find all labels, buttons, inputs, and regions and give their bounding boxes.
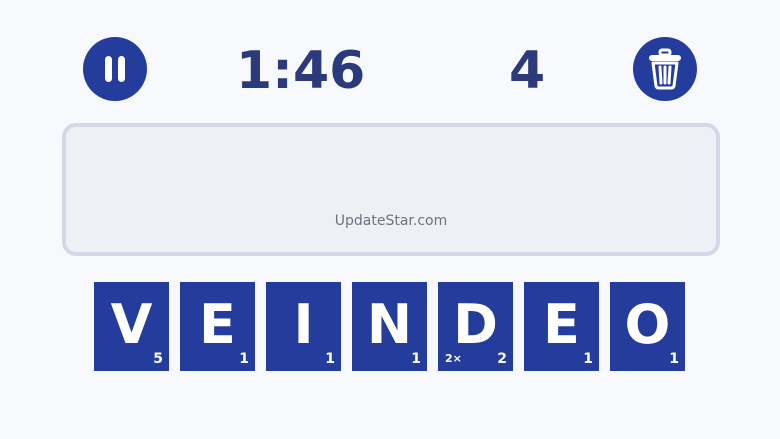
watermark: UpdateStar.com (334, 213, 448, 229)
tile-letter: E (199, 293, 236, 356)
tile-letter: V (110, 293, 153, 356)
timer: 1:46 (236, 41, 366, 101)
tile-letter: D (453, 293, 498, 356)
answer-area[interactable]: UpdateStar.com (62, 123, 720, 256)
game-screen: 1:46 4 UpdateStar.com V 5 E 1 I 1 N 1 D … (0, 0, 780, 439)
pause-button[interactable] (83, 37, 147, 101)
score: 4 (509, 41, 546, 101)
trash-icon (649, 48, 681, 90)
letter-tile[interactable]: E 1 (180, 282, 255, 371)
letter-tile[interactable]: V 5 (94, 282, 169, 371)
tile-multiplier: 2× (445, 352, 462, 365)
letter-tile[interactable]: E 1 (524, 282, 599, 371)
tile-points: 1 (239, 351, 249, 367)
tile-points: 1 (583, 351, 593, 367)
tile-letter: O (624, 293, 671, 356)
tile-points: 1 (411, 351, 421, 367)
tile-points: 5 (153, 351, 163, 367)
letter-tile[interactable]: D 2× 2 (438, 282, 513, 371)
letter-tile[interactable]: I 1 (266, 282, 341, 371)
tile-letter: I (293, 293, 314, 356)
letter-tile[interactable]: O 1 (610, 282, 685, 371)
letter-tile[interactable]: N 1 (352, 282, 427, 371)
tile-letter: N (366, 293, 413, 356)
tile-points: 1 (325, 351, 335, 367)
pause-icon (105, 56, 125, 82)
trash-button[interactable] (633, 37, 697, 101)
tile-letter: E (543, 293, 580, 356)
tile-points: 2 (497, 351, 507, 367)
tile-points: 1 (669, 351, 679, 367)
